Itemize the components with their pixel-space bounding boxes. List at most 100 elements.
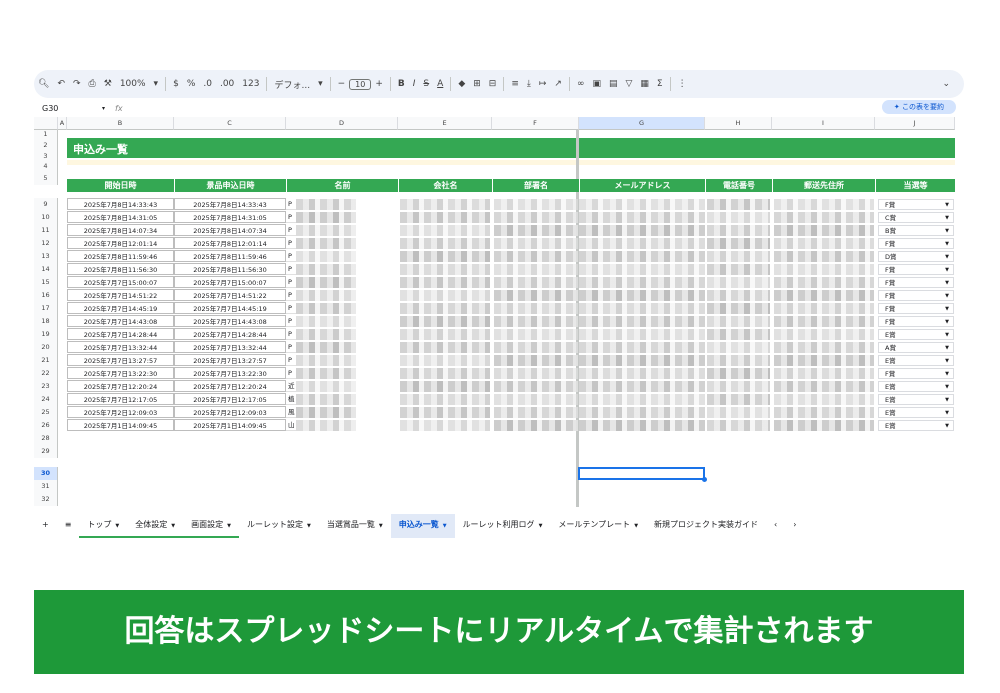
column-header-f[interactable]: F [492, 117, 579, 130]
merge-cells-icon[interactable]: ⊟ [485, 79, 501, 89]
text-color-icon[interactable]: A [433, 79, 447, 89]
scroll-right-icon[interactable]: › [785, 514, 804, 538]
font-select[interactable]: デフォ... [270, 78, 314, 91]
applied-datetime-cell[interactable]: 2025年7月7日14:43:08 [174, 315, 286, 327]
wrap-icon[interactable]: ↦ [535, 79, 551, 89]
applied-datetime-cell[interactable]: 2025年7月7日15:00:07 [174, 276, 286, 288]
sheet-tab[interactable]: 申込み一覧 ▼ [390, 514, 455, 538]
scroll-left-icon[interactable]: ‹ [766, 514, 785, 538]
filter-icon[interactable]: ▽ [621, 79, 636, 89]
applied-datetime-cell[interactable]: 2025年7月7日14:45:19 [174, 302, 286, 314]
sheet-tab[interactable]: 当選賞品一覧 ▼ [319, 514, 391, 538]
comment-icon[interactable]: ▣ [588, 79, 605, 89]
prize-dropdown[interactable]: E賞 ▼ [878, 394, 954, 405]
prize-dropdown[interactable]: E賞 ▼ [878, 329, 954, 340]
row-header[interactable]: 16 [34, 289, 58, 302]
borders-icon[interactable]: ⊞ [469, 79, 485, 89]
font-size-input[interactable]: 10 [349, 78, 372, 90]
applied-datetime-cell[interactable]: 2025年7月8日14:31:05 [174, 211, 286, 223]
sheet-tab[interactable]: ルーレット設定 ▼ [239, 514, 319, 538]
prize-dropdown[interactable]: F賞 ▼ [878, 316, 954, 327]
row-header[interactable]: 13 [34, 250, 58, 263]
sheet-tab[interactable]: 全体設定 ▼ [127, 514, 184, 538]
dropdown-arrow-icon[interactable]: ▼ [945, 239, 949, 250]
row-header[interactable]: 18 [34, 315, 58, 328]
dropdown-arrow-icon[interactable]: ▼ [945, 291, 949, 302]
percent-button[interactable]: % [183, 79, 200, 89]
undo-icon[interactable]: ↶ [53, 79, 69, 89]
name-cell[interactable]: P [286, 250, 296, 262]
prize-dropdown[interactable]: F賞 ▼ [878, 303, 954, 314]
row-header[interactable]: 19 [34, 328, 58, 341]
applied-datetime-cell[interactable]: 2025年7月7日13:22:30 [174, 367, 286, 379]
row-header[interactable]: 24 [34, 393, 58, 406]
applied-datetime-cell[interactable]: 2025年7月7日12:20:24 [174, 380, 286, 392]
start-datetime-cell[interactable]: 2025年7月2日12:09:03 [67, 406, 174, 418]
add-sheet-icon[interactable]: + [34, 514, 57, 538]
start-datetime-cell[interactable]: 2025年7月7日14:43:08 [67, 315, 174, 327]
applied-datetime-cell[interactable]: 2025年7月8日12:01:14 [174, 237, 286, 249]
dropdown-arrow-icon[interactable]: ▼ [945, 408, 949, 419]
column-header-c[interactable]: C [174, 117, 286, 130]
name-cell[interactable]: P [286, 198, 296, 210]
start-datetime-cell[interactable]: 2025年7月8日14:33:43 [67, 198, 174, 210]
prize-dropdown[interactable]: C賞 ▼ [878, 212, 954, 223]
dropdown-arrow-icon[interactable]: ▼ [945, 226, 949, 237]
row-header[interactable]: 2 [34, 139, 58, 152]
sheet-tab[interactable]: メールテンプレート ▼ [550, 514, 646, 538]
dropdown-arrow-icon[interactable]: ▼ [945, 369, 949, 380]
row-header[interactable]: 21 [34, 354, 58, 367]
column-header-a[interactable]: A [58, 117, 67, 130]
row-header[interactable]: 14 [34, 263, 58, 276]
increase-decimal-button[interactable]: .00 [216, 79, 238, 89]
fill-color-icon[interactable]: ◆ [454, 79, 469, 89]
name-cell[interactable]: P [286, 263, 296, 275]
align-icon[interactable]: ≡ [507, 79, 523, 89]
chevron-down-icon[interactable]: ▼ [307, 523, 311, 529]
start-datetime-cell[interactable]: 2025年7月7日14:45:19 [67, 302, 174, 314]
prize-dropdown[interactable]: F賞 ▼ [878, 290, 954, 301]
functions-icon[interactable]: Σ [653, 79, 667, 89]
applied-datetime-cell[interactable]: 2025年7月8日14:07:34 [174, 224, 286, 236]
dropdown-arrow-icon[interactable]: ▼ [945, 421, 949, 432]
collapse-chevron-icon[interactable]: ⌄ [938, 79, 954, 89]
prize-dropdown[interactable]: D賞 ▼ [878, 251, 954, 262]
search-icon[interactable]: 🔍︎ [34, 79, 53, 89]
selected-cell[interactable] [578, 467, 707, 482]
dropdown-arrow-icon[interactable]: ▼ [945, 213, 949, 224]
prize-dropdown[interactable]: E賞 ▼ [878, 355, 954, 366]
prize-dropdown[interactable]: F賞 ▼ [878, 199, 954, 210]
row-header[interactable]: 11 [34, 224, 58, 237]
vertical-align-icon[interactable]: ⤓ [523, 79, 535, 89]
dropdown-arrow-icon[interactable]: ▼ [945, 356, 949, 367]
dropdown-arrow-icon[interactable]: ▼ [945, 395, 949, 406]
row-header[interactable]: 31 [34, 480, 58, 493]
zoom-select[interactable]: 100% [116, 79, 150, 89]
redo-icon[interactable]: ↷ [69, 79, 85, 89]
row-header[interactable]: 1 [34, 130, 58, 139]
name-cell[interactable]: P [286, 276, 296, 288]
start-datetime-cell[interactable]: 2025年7月7日14:51:22 [67, 289, 174, 301]
chevron-down-icon[interactable]: ▼ [227, 523, 231, 529]
rotate-icon[interactable]: ↗ [550, 79, 566, 89]
dropdown-arrow-icon[interactable]: ▼ [945, 252, 949, 263]
all-sheets-icon[interactable]: ≡ [57, 514, 80, 538]
row-header[interactable]: 23 [34, 380, 58, 393]
start-datetime-cell[interactable]: 2025年7月8日11:56:30 [67, 263, 174, 275]
dropdown-arrow-icon[interactable]: ▼ [945, 343, 949, 354]
chevron-down-icon[interactable]: ▼ [115, 523, 119, 529]
prize-dropdown[interactable]: B賞 ▼ [878, 225, 954, 236]
name-cell[interactable]: P [286, 354, 296, 366]
row-header[interactable]: 10 [34, 211, 58, 224]
chevron-down-icon[interactable]: ▼ [171, 523, 175, 529]
row-header[interactable]: 25 [34, 406, 58, 419]
start-datetime-cell[interactable]: 2025年7月8日14:31:05 [67, 211, 174, 223]
fill-handle[interactable] [702, 477, 707, 482]
applied-datetime-cell[interactable]: 2025年7月7日13:27:57 [174, 354, 286, 366]
start-datetime-cell[interactable]: 2025年7月7日13:32:44 [67, 341, 174, 353]
row-header[interactable]: 12 [34, 237, 58, 250]
column-header-e[interactable]: E [398, 117, 492, 130]
prize-dropdown[interactable]: F賞 ▼ [878, 277, 954, 288]
row-header[interactable]: 29 [34, 445, 58, 458]
prize-dropdown[interactable]: F賞 ▼ [878, 264, 954, 275]
